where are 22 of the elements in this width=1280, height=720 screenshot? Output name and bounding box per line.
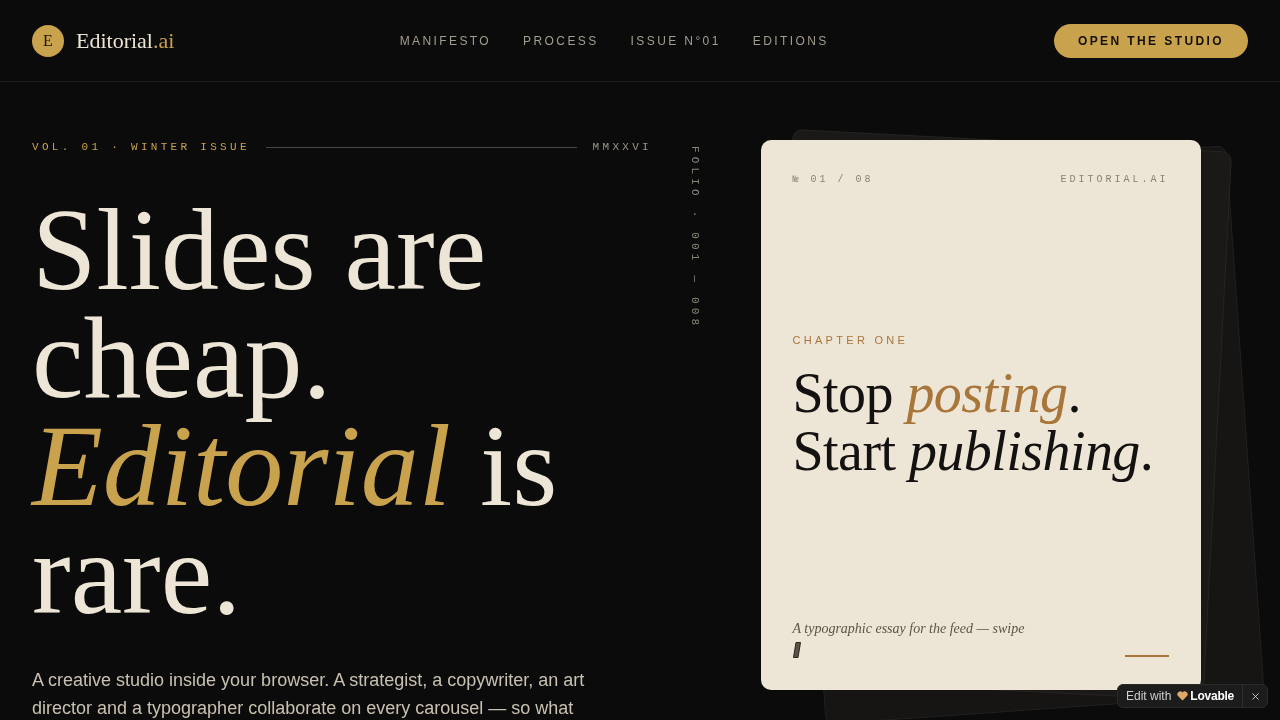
issue-label: VOL. 01 · WINTER ISSUE xyxy=(32,139,250,155)
nav-link[interactable]: PROCESS xyxy=(523,31,599,50)
nav-link[interactable]: ISSUE N°01 xyxy=(630,31,721,50)
year-label: MMXXVI xyxy=(592,139,652,155)
nav-link[interactable]: MANIFESTO xyxy=(399,31,492,50)
brand-name[interactable]: Editorial.ai xyxy=(76,24,175,57)
slide-number: № 01 / 08 xyxy=(792,173,874,187)
heart-icon xyxy=(1177,691,1189,701)
edit-label: Edit with xyxy=(1125,688,1172,705)
logo-mark[interactable]: E xyxy=(32,24,64,57)
open-studio-button[interactable]: OPEN THE STUDIO xyxy=(1054,23,1248,58)
slide-caption: A typographic essay for the feed — swipe xyxy=(792,620,1026,638)
nav-link[interactable]: EDITIONS xyxy=(752,31,829,50)
folio-label: FOLIO · 001 — 008 xyxy=(687,146,702,330)
text-cursor-icon xyxy=(792,642,801,658)
slide-headline: Stop posting. Start publishing. xyxy=(792,364,1155,480)
intro-paragraph: A creative studio inside your browser. A strategist, a copywriter, an art director and a typographer collaborate on every carousel — so what xyxy=(32,669,586,720)
slide-brand: EDITORIAL.AI xyxy=(1060,173,1169,187)
chapter-label: CHAPTER ONE xyxy=(792,333,910,348)
hero-headline: Slides are cheap. Editorial is rare. xyxy=(32,196,559,628)
brand-label: Lovable xyxy=(1190,688,1234,705)
close-icon xyxy=(1249,690,1261,702)
